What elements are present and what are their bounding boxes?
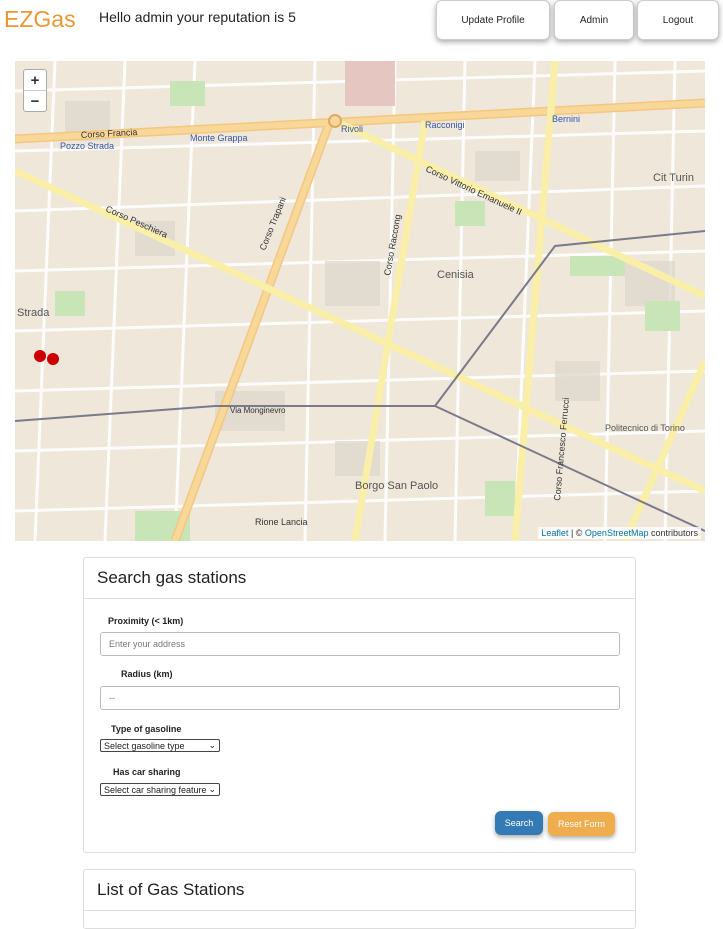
map-label: Cit Turin bbox=[653, 172, 694, 184]
gasoline-type-value: Select gasoline type bbox=[104, 740, 185, 751]
map-label: Monte Grappa bbox=[190, 133, 248, 143]
search-button[interactable]: Search bbox=[495, 811, 543, 835]
gasoline-type-label: Type of gasoline bbox=[111, 724, 182, 734]
logout-button[interactable]: Logout bbox=[637, 0, 719, 40]
map-tiles: Corso Francia Corso Peschiera Corso Trap… bbox=[15, 61, 705, 541]
map-label: Via Monginevro bbox=[230, 406, 286, 415]
gasoline-type-select[interactable]: Select gasoline type ⌄ bbox=[100, 739, 220, 752]
map-label: Bernini bbox=[552, 114, 580, 124]
search-panel-title: Search gas stations bbox=[84, 558, 635, 599]
map[interactable]: Corso Francia Corso Peschiera Corso Trap… bbox=[15, 61, 705, 541]
update-profile-button[interactable]: Update Profile bbox=[436, 0, 550, 40]
map-label: Racconigi bbox=[425, 120, 465, 130]
admin-button[interactable]: Admin bbox=[554, 0, 634, 40]
car-sharing-value: Select car sharing feature bbox=[104, 784, 207, 795]
gas-station-list-panel: List of Gas Stations bbox=[83, 869, 636, 929]
search-panel: Search gas stations Proximity (< 1km) En… bbox=[83, 557, 636, 853]
address-input[interactable]: Enter your address bbox=[100, 632, 620, 656]
attribution-separator: | © bbox=[568, 528, 585, 538]
radius-input[interactable]: -- bbox=[100, 686, 620, 710]
openstreetmap-link[interactable]: OpenStreetMap bbox=[585, 528, 649, 538]
chevron-down-icon: ⌄ bbox=[208, 740, 216, 750]
zoom-in-button[interactable]: + bbox=[24, 70, 46, 90]
car-sharing-select[interactable]: Select car sharing feature ⌄ bbox=[100, 783, 220, 796]
radius-label: Radius (km) bbox=[121, 669, 173, 679]
proximity-label: Proximity (< 1km) bbox=[108, 616, 184, 626]
zoom-out-button[interactable]: − bbox=[24, 90, 46, 111]
map-label: Cenisia bbox=[437, 269, 475, 281]
gas-station-list-title: List of Gas Stations bbox=[84, 870, 635, 911]
map-label: Pozzo Strada bbox=[60, 141, 114, 151]
leaflet-link[interactable]: Leaflet bbox=[541, 528, 568, 538]
attribution-suffix: contributors bbox=[648, 528, 698, 538]
map-label: Rivoli bbox=[341, 124, 363, 134]
map-label: Rione Lancia bbox=[255, 517, 308, 527]
map-attribution: Leaflet | © OpenStreetMap contributors bbox=[538, 527, 701, 539]
reset-form-button[interactable]: Reset Form bbox=[548, 812, 615, 836]
app-logo[interactable]: EZGas bbox=[4, 6, 76, 33]
map-label: Politecnico di Torino bbox=[605, 423, 685, 433]
map-label: Strada bbox=[17, 307, 50, 319]
car-sharing-label: Has car sharing bbox=[113, 767, 181, 777]
chevron-down-icon: ⌄ bbox=[208, 784, 216, 794]
greeting-text: Hello admin your reputation is 5 bbox=[99, 9, 296, 25]
zoom-control: + − bbox=[23, 69, 47, 112]
map-label: Borgo San Paolo bbox=[355, 480, 438, 492]
